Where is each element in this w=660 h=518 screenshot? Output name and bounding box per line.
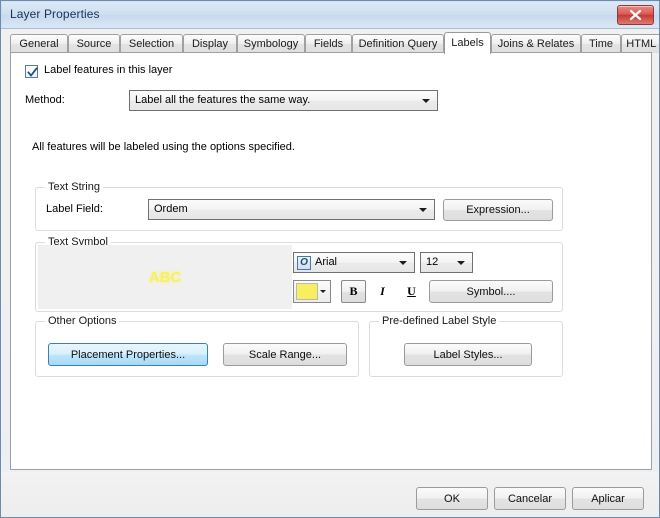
tab-definition-query[interactable]: Definition Query [352, 34, 444, 53]
close-x-glyph [629, 9, 642, 21]
color-swatch [296, 283, 318, 300]
tab-label: HTML Popup [626, 38, 659, 50]
method-caption: Method: [25, 94, 65, 106]
expression-button[interactable]: Expression... [443, 199, 553, 221]
label-styles-button[interactable]: Label Styles... [404, 343, 532, 366]
tab-display[interactable]: Display [183, 34, 237, 53]
font-size-value: 12 [426, 256, 439, 268]
chevron-down-icon [419, 208, 427, 212]
layer-properties-dialog: Layer Properties General Source Selectio… [0, 0, 660, 518]
label-field-dropdown[interactable]: Ordem [148, 199, 435, 220]
tab-label: Display [191, 38, 229, 50]
tab-label: Definition Query [358, 38, 438, 50]
font-size-dropdown[interactable]: 12 [420, 252, 473, 273]
text-symbol-preview-text: ABC [148, 268, 182, 286]
predefined-label-style-group: Pre-defined Label Style Label Styles... [369, 315, 563, 377]
method-dropdown[interactable]: Label all the features the same way. [129, 90, 438, 111]
symbol-button[interactable]: Symbol.... [429, 280, 553, 303]
label-field-value: Ordem [154, 203, 188, 215]
other-options-group: Other Options Placement Properties... Sc… [35, 315, 359, 377]
predefined-label-style-group-title: Pre-defined Label Style [379, 315, 500, 327]
tab-html-popup[interactable]: HTML Popup [621, 34, 659, 53]
label-features-checkbox[interactable] [25, 65, 38, 78]
tab-source[interactable]: Source [68, 34, 120, 53]
font-family-value: Arial [315, 256, 338, 268]
text-string-group: Text String Label Field: Ordem Expressio… [35, 181, 563, 231]
title-bar[interactable]: Layer Properties [1, 1, 659, 29]
placement-properties-button[interactable]: Placement Properties... [48, 343, 208, 366]
italic-button[interactable]: I [370, 280, 395, 303]
tab-fields[interactable]: Fields [305, 34, 352, 53]
tab-selection[interactable]: Selection [120, 34, 183, 53]
tab-label: Symbology [243, 38, 299, 50]
window-title: Layer Properties [10, 7, 100, 21]
tab-label: Fields [313, 38, 344, 50]
text-color-picker[interactable] [293, 280, 331, 303]
text-string-group-title: Text String [45, 181, 103, 193]
opentype-font-icon: O [297, 256, 311, 270]
dialog-footer: OK Cancelar Aplicar [1, 472, 659, 517]
tab-strip: General Source Selection Display Symbolo… [10, 32, 659, 54]
bold-button[interactable]: B [341, 280, 366, 303]
text-symbol-group: Text Symbol ABC O Arial 12 B I U Symbol.… [35, 236, 563, 312]
tab-time[interactable]: Time [581, 34, 621, 53]
method-dropdown-value: Label all the features the same way. [135, 94, 311, 106]
cancel-button[interactable]: Cancelar [494, 487, 566, 510]
label-field-caption: Label Field: [46, 203, 103, 215]
tab-general[interactable]: General [10, 34, 68, 53]
chevron-down-icon [457, 261, 465, 265]
labels-tab-page: Label features in this layer Method: Lab… [10, 52, 652, 470]
close-icon[interactable] [617, 5, 654, 25]
tab-label: Joins & Relates [497, 38, 575, 50]
chevron-down-icon [399, 261, 407, 265]
scale-range-button[interactable]: Scale Range... [223, 343, 347, 366]
tab-label: Source [76, 38, 112, 50]
underline-button[interactable]: U [399, 280, 424, 303]
chevron-down-icon [422, 99, 430, 103]
tab-label: Selection [128, 38, 175, 50]
check-mark-icon [27, 67, 38, 77]
tab-joins-relates[interactable]: Joins & Relates [491, 34, 581, 53]
ok-button[interactable]: OK [416, 487, 488, 510]
tab-label: Time [588, 38, 614, 50]
tab-labels[interactable]: Labels [444, 32, 491, 54]
font-family-dropdown[interactable]: O Arial [293, 252, 415, 273]
text-symbol-preview: ABC [38, 245, 292, 309]
tab-symbology[interactable]: Symbology [237, 34, 305, 53]
chevron-down-icon [320, 290, 326, 293]
label-features-checkbox-label: Label features in this layer [44, 64, 173, 76]
title-bar-background [2, 2, 659, 27]
tab-label: General [19, 38, 59, 50]
other-options-group-title: Other Options [45, 315, 120, 327]
apply-button[interactable]: Aplicar [572, 487, 644, 510]
info-note: All features will be labeled using the o… [32, 141, 295, 153]
tab-label: Labels [451, 37, 484, 49]
